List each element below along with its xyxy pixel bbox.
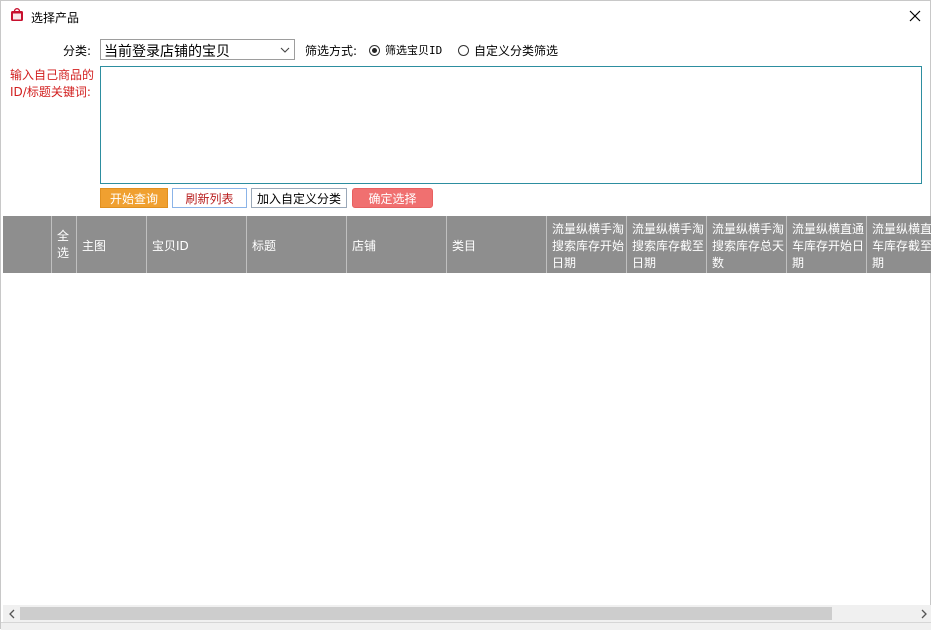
scroll-right-button[interactable] (915, 605, 931, 622)
radio-filter-by-custom-category-label: 自定义分类筛选 (474, 44, 559, 58)
scroll-left-button[interactable] (3, 605, 20, 622)
category-label: 分类: (63, 44, 92, 58)
radio-filter-by-id[interactable]: 筛选宝贝ID (369, 42, 442, 58)
title-bar: 选择产品 (1, 1, 930, 31)
input-hint-label: 输入自己商品的ID/标题关键词: (10, 68, 95, 99)
radio-unchecked-icon (458, 45, 469, 56)
close-button[interactable] (900, 1, 930, 31)
window-title: 选择产品 (31, 11, 80, 25)
confirm-selection-button[interactable]: 确定选择 (352, 188, 433, 208)
category-select[interactable]: 当前登录店铺的宝贝 (100, 39, 295, 60)
table-header-search-stock-start[interactable]: 流量纵横手淘搜索库存开始日期 (546, 216, 626, 273)
filter-mode-label: 筛选方式: (305, 44, 358, 58)
refresh-list-button[interactable]: 刷新列表 (172, 188, 247, 208)
product-select-dialog: 选择产品 分类: 当前登录店铺的宝贝 筛选方式: 筛选宝贝ID 自定义分类筛选 … (0, 0, 931, 630)
table-header-title[interactable]: 标题 (246, 216, 346, 273)
table-header-search-stock-end[interactable]: 流量纵横手淘搜索库存截至日期 (626, 216, 706, 273)
table-header-row-selector[interactable] (3, 216, 51, 273)
table-header-select-all[interactable]: 全选 (51, 216, 76, 273)
table-header-shop[interactable]: 店铺 (346, 216, 446, 273)
chevron-right-icon (921, 609, 927, 618)
chevron-left-icon (8, 609, 14, 618)
radio-filter-by-custom-category[interactable]: 自定义分类筛选 (458, 42, 558, 59)
add-custom-category-button[interactable]: 加入自定义分类 (251, 188, 347, 208)
table-header-ztc-stock-start[interactable]: 流量纵横直通车库存开始日期 (786, 216, 866, 273)
horizontal-scrollbar[interactable] (3, 605, 931, 622)
table-header-ztc-stock-end[interactable]: 流量纵横直通车库存截至日期 (866, 216, 931, 273)
keyword-input[interactable] (100, 66, 922, 184)
category-select-value: 当前登录店铺的宝贝 (104, 44, 230, 60)
table-header-item-id[interactable]: 宝贝ID (146, 216, 246, 273)
chevron-down-icon (280, 47, 290, 53)
start-query-button[interactable]: 开始查询 (100, 188, 168, 208)
shopping-bag-icon (10, 8, 24, 22)
table-header-category[interactable]: 类目 (446, 216, 546, 273)
product-table-header: 全选 主图 宝贝ID 标题 店铺 类目 流量纵横手淘搜索库存开始日期 流量纵横手… (3, 216, 931, 273)
radio-checked-icon (369, 44, 380, 56)
scrollbar-thumb[interactable] (20, 607, 832, 620)
radio-filter-by-id-label: 筛选宝贝ID (385, 44, 443, 57)
table-header-main-image[interactable]: 主图 (76, 216, 146, 273)
close-icon (909, 10, 921, 22)
table-header-search-stock-days[interactable]: 流量纵横手淘搜索库存总天数 (706, 216, 786, 273)
